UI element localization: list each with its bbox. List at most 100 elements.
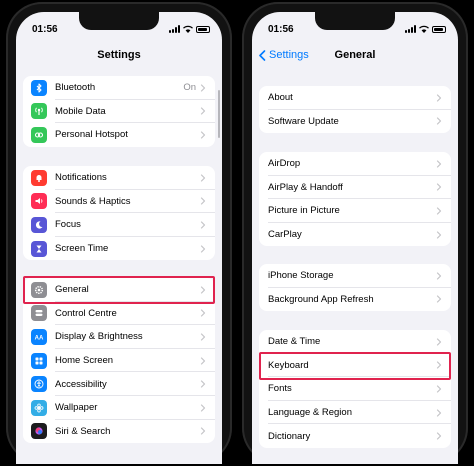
row-dictionary[interactable]: Dictionary bbox=[259, 424, 451, 448]
status-icons bbox=[405, 24, 446, 34]
row-label: Date & Time bbox=[268, 336, 321, 348]
chevron-right-icon bbox=[436, 408, 442, 417]
chevron-right-icon bbox=[200, 174, 206, 182]
aa-icon: AA bbox=[31, 328, 47, 345]
settings-group: AirDrop AirPlay & Handoff Picture in Pictu… bbox=[259, 152, 451, 247]
row-focus[interactable]: Focus bbox=[23, 213, 215, 237]
highlight-keyboard bbox=[259, 352, 451, 380]
row-home-screen[interactable]: Home Screen bbox=[23, 349, 215, 373]
row-wallpaper[interactable]: Wallpaper bbox=[23, 396, 215, 420]
chevron-right-icon bbox=[436, 338, 442, 346]
row-mobile-data[interactable]: Mobile Data bbox=[23, 100, 215, 124]
right-phone-frame: 01:56 Settings General About Software Upd… bbox=[242, 2, 468, 464]
row-iphone-storage[interactable]: iPhone Storage bbox=[259, 264, 451, 288]
wifi-icon bbox=[183, 25, 193, 33]
toggles-icon bbox=[31, 305, 47, 322]
chevron-right-icon bbox=[200, 333, 206, 341]
row-accessibility[interactable]: Accessibility bbox=[23, 372, 215, 396]
row-display-and-brightness[interactable]: AA Display & Brightness bbox=[23, 325, 215, 349]
settings-group: About Software Update bbox=[259, 86, 451, 134]
row-label: Language & Region bbox=[268, 407, 352, 419]
chevron-right-icon bbox=[436, 295, 442, 303]
row-label: iPhone Storage bbox=[268, 270, 334, 282]
settings-screen: 01:56 Settings Bluetooth On Mobile Data Per… bbox=[16, 12, 222, 464]
chevron-right-icon bbox=[436, 385, 442, 393]
row-airplay-and-handoff[interactable]: AirPlay & Handoff bbox=[259, 176, 451, 200]
row-value: On bbox=[183, 82, 196, 94]
row-about[interactable]: About bbox=[259, 86, 451, 110]
row-bluetooth[interactable]: Bluetooth On bbox=[23, 76, 215, 100]
chevron-right-icon bbox=[436, 183, 442, 191]
row-fonts[interactable]: Fonts bbox=[259, 377, 451, 401]
chevron-right-icon bbox=[200, 404, 206, 412]
chevron-right-icon bbox=[200, 356, 206, 365]
row-date-and-time[interactable]: Date & Time bbox=[259, 330, 451, 354]
row-personal-hotspot[interactable]: Personal Hotspot bbox=[23, 123, 215, 147]
row-label: Control Centre bbox=[55, 307, 117, 319]
row-carplay[interactable]: CarPlay bbox=[259, 223, 451, 247]
left-phone-frame: 01:56 Settings Bluetooth On Mobile Data Per… bbox=[6, 2, 232, 464]
chevron-right-icon bbox=[200, 107, 206, 115]
row-screen-time[interactable]: Screen Time bbox=[23, 237, 215, 261]
chevron-right-icon bbox=[436, 160, 442, 168]
antenna-icon bbox=[31, 103, 47, 120]
chevron-right-icon bbox=[436, 272, 442, 280]
row-label: Screen Time bbox=[55, 243, 109, 255]
row-software-update[interactable]: Software Update bbox=[259, 110, 451, 134]
row-label: Accessibility bbox=[55, 378, 107, 390]
row-label: CarPlay bbox=[268, 229, 302, 241]
status-bar: 01:56 bbox=[252, 12, 458, 40]
cellular-signal-icon bbox=[405, 25, 416, 33]
status-time: 01:56 bbox=[268, 24, 294, 35]
chevron-right-icon bbox=[200, 309, 206, 317]
battery-icon bbox=[196, 25, 210, 33]
chevron-right-icon bbox=[200, 131, 206, 139]
row-picture-in-picture[interactable]: Picture in Picture bbox=[259, 199, 451, 223]
row-notifications[interactable]: Notifications bbox=[23, 166, 215, 190]
row-label: Dictionary bbox=[268, 430, 311, 442]
scrollbar[interactable] bbox=[217, 90, 220, 138]
chevron-right-icon bbox=[200, 197, 206, 205]
row-label: Picture in Picture bbox=[268, 205, 340, 217]
status-time: 01:56 bbox=[32, 24, 58, 35]
row-label: Mobile Data bbox=[55, 105, 106, 117]
chevron-right-icon bbox=[436, 207, 442, 215]
siri-icon bbox=[31, 423, 47, 440]
status-icons bbox=[169, 24, 210, 34]
nav-bar: Settings bbox=[16, 44, 222, 66]
settings-group: Notifications Sounds & Haptics Focus Screen… bbox=[23, 166, 215, 261]
row-control-centre[interactable]: Control Centre bbox=[23, 302, 215, 326]
chevron-right-icon bbox=[436, 94, 442, 102]
wifi-icon bbox=[419, 25, 429, 33]
highlight-general bbox=[23, 276, 215, 304]
cellular-signal-icon bbox=[169, 25, 180, 33]
row-background-app-refresh[interactable]: Background App Refresh bbox=[259, 288, 451, 312]
row-language-and-region[interactable]: Language & Region bbox=[259, 401, 451, 425]
grid-icon bbox=[31, 352, 47, 369]
row-sounds-and-haptics[interactable]: Sounds & Haptics bbox=[23, 190, 215, 214]
row-label: About bbox=[268, 92, 293, 104]
row-siri-and-search[interactable]: Siri & Search bbox=[23, 420, 215, 444]
row-airdrop[interactable]: AirDrop bbox=[259, 152, 451, 176]
chevron-right-icon bbox=[436, 432, 442, 440]
row-label: Fonts bbox=[268, 383, 292, 395]
hotspot-icon bbox=[31, 126, 47, 143]
bell-icon bbox=[31, 169, 47, 186]
page-title: Settings bbox=[97, 49, 141, 61]
row-label: Home Screen bbox=[55, 355, 114, 367]
flower-icon bbox=[31, 399, 47, 416]
general-screen: 01:56 Settings General About Software Upd… bbox=[252, 12, 458, 464]
chevron-right-icon bbox=[200, 380, 206, 388]
row-label: Background App Refresh bbox=[268, 293, 374, 305]
chevron-right-icon bbox=[200, 84, 206, 92]
row-label: Bluetooth bbox=[55, 82, 96, 94]
battery-icon bbox=[432, 25, 446, 33]
row-label: Software Update bbox=[268, 115, 339, 127]
notch bbox=[79, 12, 159, 30]
nav-bar: Settings General bbox=[252, 44, 458, 66]
row-label: Sounds & Haptics bbox=[55, 195, 131, 207]
row-label: Siri & Search bbox=[55, 425, 111, 437]
chevron-right-icon bbox=[436, 117, 442, 125]
notch bbox=[315, 12, 395, 30]
settings-group: Bluetooth On Mobile Data Personal Hotspot bbox=[23, 76, 215, 147]
